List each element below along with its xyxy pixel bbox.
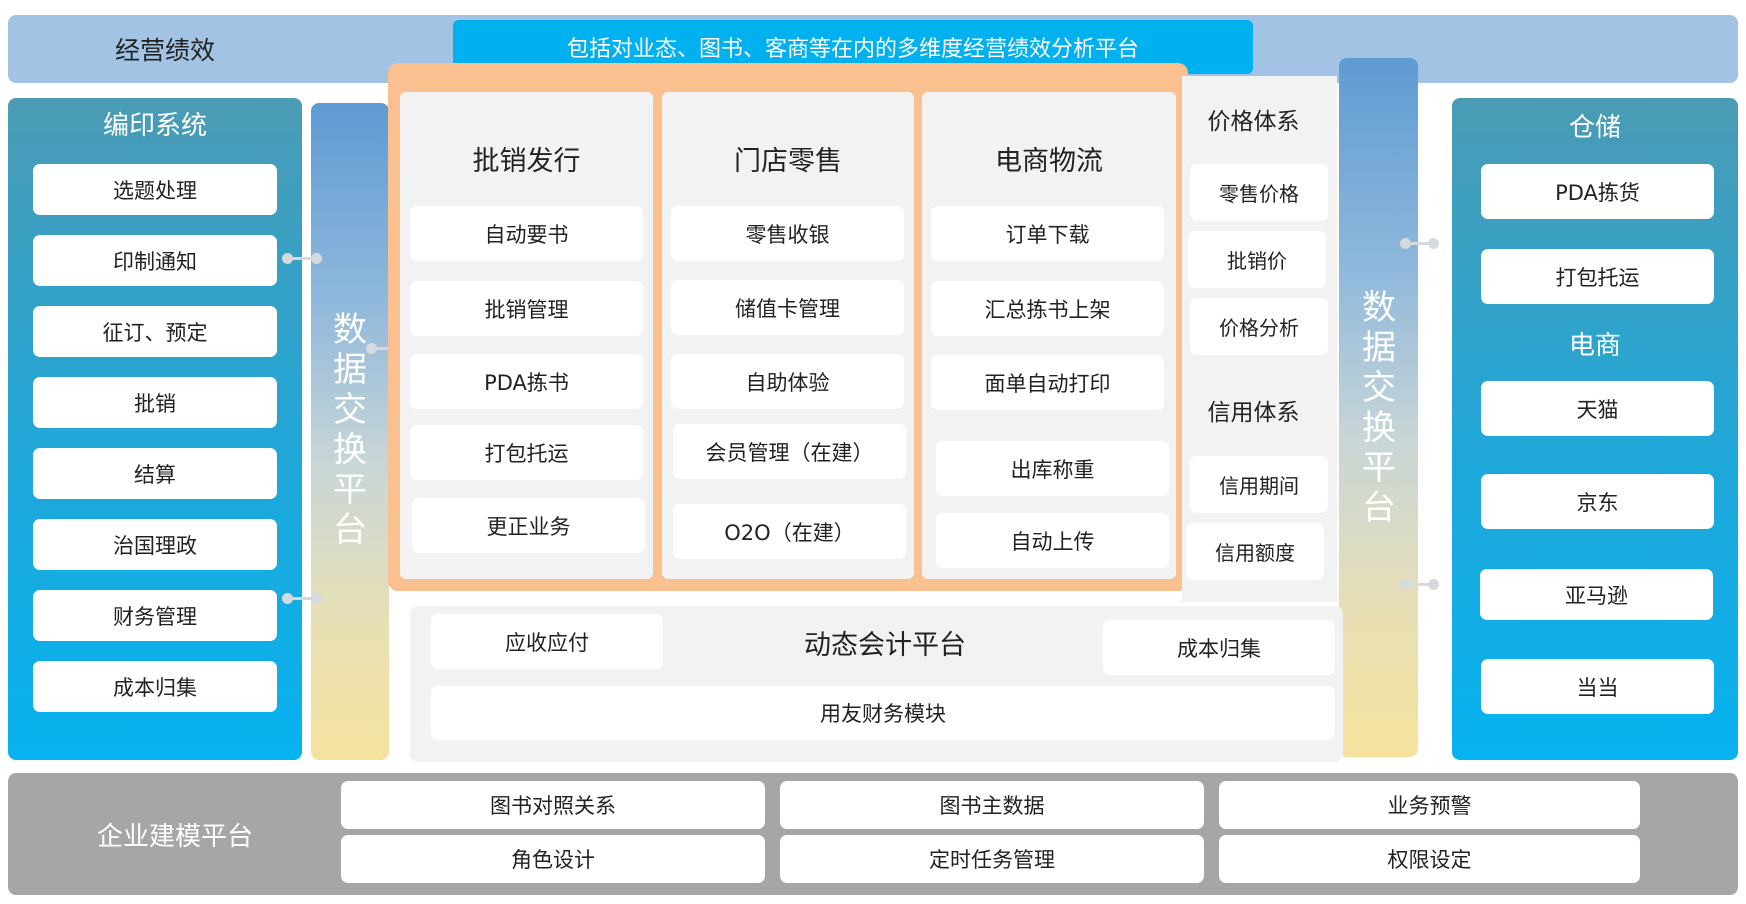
credit-system-title: 信用体系 (1207, 400, 1300, 426)
column-retail-title: 门店零售 (734, 145, 842, 177)
retail-item-3[interactable]: 自助体验 (671, 354, 904, 409)
connector-dot (1400, 579, 1411, 590)
price-system-title: 价格体系 (1207, 109, 1300, 135)
modeling-item-5[interactable]: 定时任务管理 (780, 835, 1204, 883)
modeling-item-2[interactable]: 图书主数据 (780, 781, 1204, 829)
left-item-1[interactable]: 选题处理 (33, 164, 277, 215)
left-item-8[interactable]: 成本归集 (33, 661, 277, 712)
credit-item-2[interactable]: 信用额度 (1186, 523, 1324, 580)
left-item-2[interactable]: 印制通知 (33, 235, 277, 286)
storage-item-1[interactable]: PDA拣货 (1481, 164, 1714, 219)
left-item-7[interactable]: 财务管理 (33, 590, 277, 641)
logistics-item-5[interactable]: 自动上传 (936, 513, 1169, 568)
left-item-6[interactable]: 治国理政 (33, 519, 277, 570)
accounting-title: 动态会计平台 (804, 629, 966, 661)
accounting-left-item[interactable]: 应收应付 (431, 614, 663, 669)
ecommerce-title: 电商 (1568, 330, 1621, 361)
credit-item-1[interactable]: 信用期间 (1190, 456, 1328, 513)
logistics-item-4[interactable]: 出库称重 (936, 441, 1169, 496)
wholesale-item-3[interactable]: PDA拣书 (410, 354, 643, 409)
modeling-item-4[interactable]: 角色设计 (341, 835, 765, 883)
connector-dot (366, 343, 377, 354)
price-item-3[interactable]: 价格分析 (1190, 298, 1328, 355)
logistics-item-1[interactable]: 订单下载 (931, 206, 1164, 261)
connector-dot (1400, 238, 1411, 249)
wholesale-item-5[interactable]: 更正业务 (412, 498, 645, 553)
retail-item-4[interactable]: 会员管理（在建） (673, 424, 906, 479)
retail-item-1[interactable]: 零售收银 (671, 206, 904, 261)
connector-dot (1428, 238, 1439, 249)
left-item-3[interactable]: 征订、预定 (33, 306, 277, 357)
ecommerce-item-2[interactable]: 京东 (1481, 474, 1714, 529)
price-item-2[interactable]: 批销价 (1188, 231, 1326, 288)
connector-dot (282, 593, 293, 604)
publishing-system-title: 编印系统 (102, 110, 207, 141)
accounting-right-item[interactable]: 成本归集 (1103, 620, 1335, 675)
modeling-title: 企业建模平台 (96, 821, 253, 852)
performance-title: 经营绩效 (114, 36, 215, 65)
data-exchange-left-label: 数据交换平台 (333, 310, 367, 550)
price-item-1[interactable]: 零售价格 (1190, 164, 1328, 221)
left-item-5[interactable]: 结算 (33, 448, 277, 499)
ecommerce-item-4[interactable]: 当当 (1481, 659, 1714, 714)
retail-item-2[interactable]: 储值卡管理 (671, 280, 904, 335)
wholesale-item-4[interactable]: 打包托运 (410, 425, 643, 480)
modeling-item-1[interactable]: 图书对照关系 (341, 781, 765, 829)
connector-dot (1428, 579, 1439, 590)
storage-title: 仓储 (1568, 112, 1621, 143)
wholesale-item-1[interactable]: 自动要书 (410, 206, 643, 261)
yonyou-finance-module[interactable]: 用友财务模块 (431, 686, 1335, 740)
wholesale-item-2[interactable]: 批销管理 (410, 281, 643, 336)
logistics-item-3[interactable]: 面单自动打印 (931, 355, 1164, 410)
modeling-item-6[interactable]: 权限设定 (1219, 835, 1640, 883)
connector-dot (311, 253, 322, 264)
left-item-4[interactable]: 批销 (33, 377, 277, 428)
ecommerce-item-3[interactable]: 亚马逊 (1480, 569, 1713, 620)
column-ecommerce-logistics-title: 电商物流 (995, 145, 1103, 177)
column-wholesale-title: 批销发行 (472, 145, 581, 177)
logistics-item-2[interactable]: 汇总拣书上架 (931, 281, 1164, 336)
data-exchange-right-label: 数据交换平台 (1362, 288, 1396, 528)
connector-dot (282, 253, 293, 264)
storage-item-2[interactable]: 打包托运 (1481, 249, 1714, 304)
retail-item-5[interactable]: O2O（在建） (673, 504, 906, 559)
connector-dot (311, 593, 322, 604)
modeling-item-3[interactable]: 业务预警 (1219, 781, 1640, 829)
ecommerce-item-1[interactable]: 天猫 (1481, 381, 1714, 436)
